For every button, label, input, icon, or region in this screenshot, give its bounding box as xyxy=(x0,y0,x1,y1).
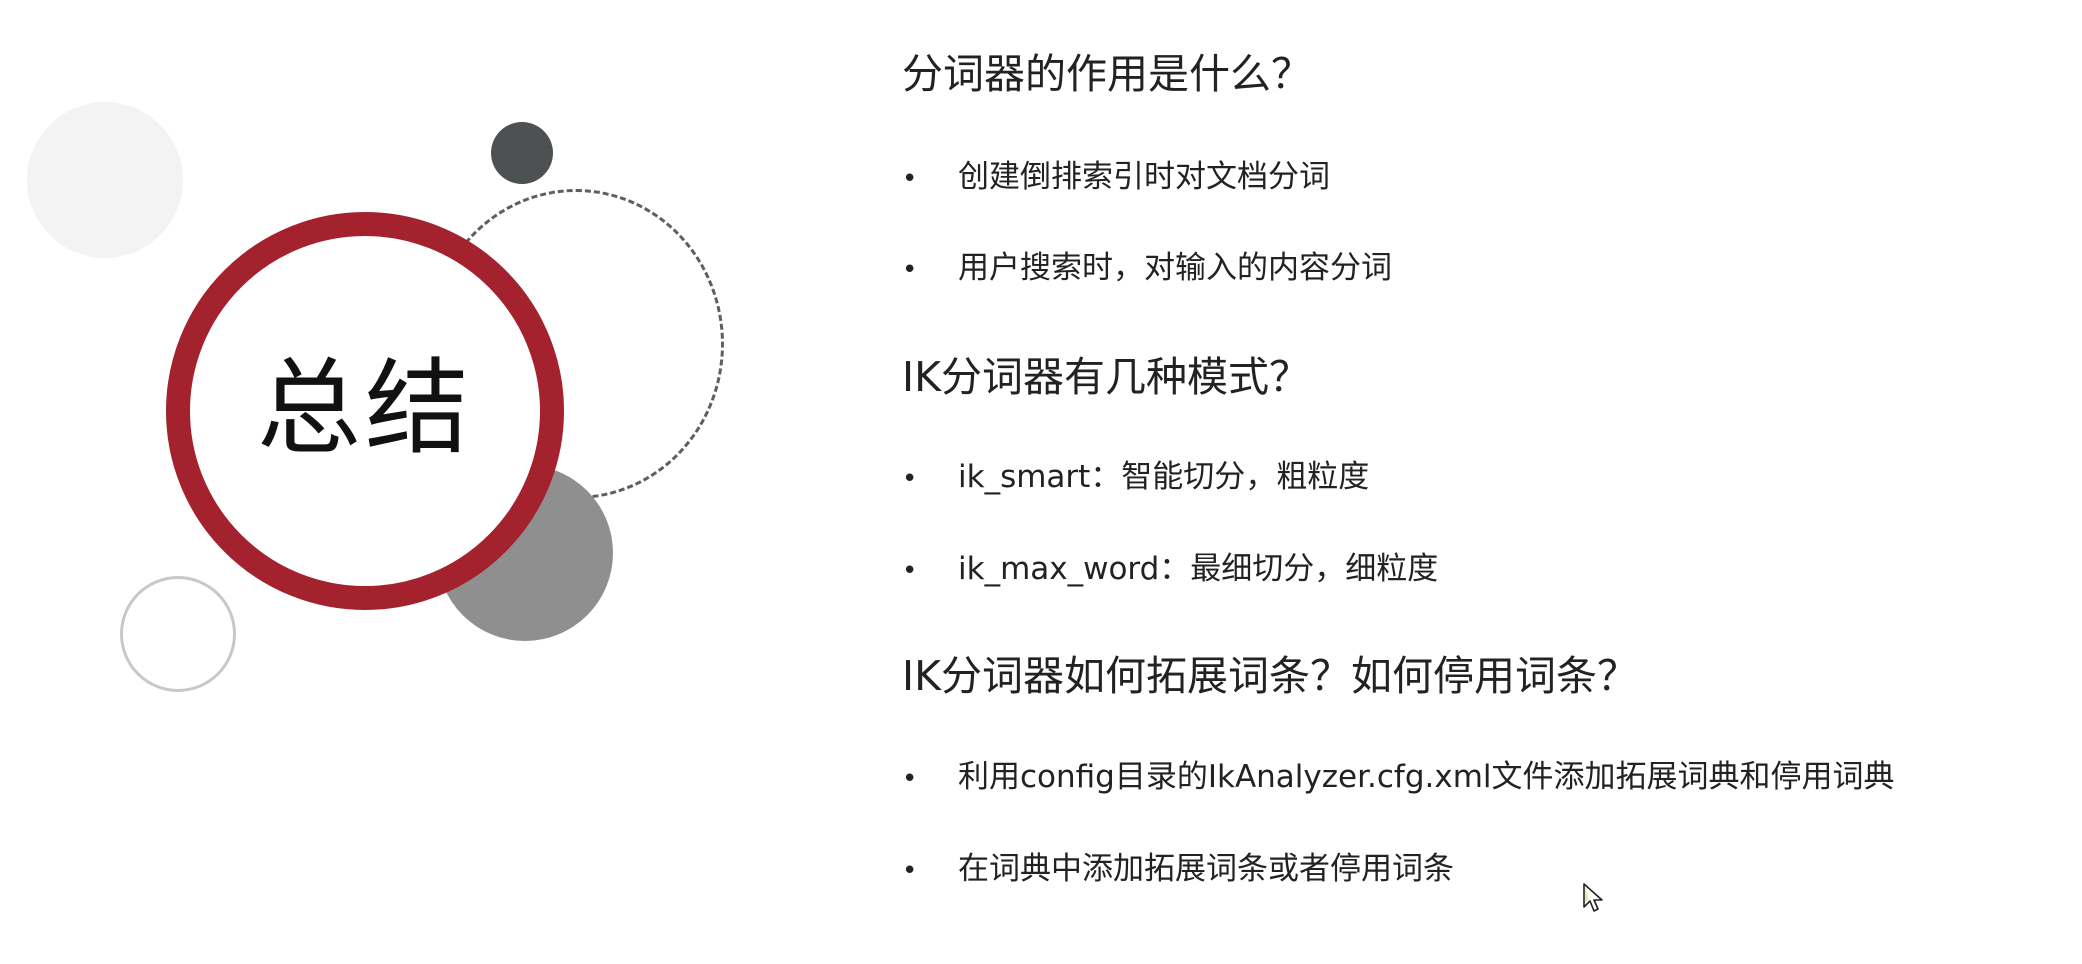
question-heading: IK分词器如何拓展词条？如何停用词条？ xyxy=(902,652,1638,700)
list-item-text: ik_smart：智能切分，粗粒度 xyxy=(958,459,1370,495)
list-item-text: ik_max_word：最细切分，细粒度 xyxy=(958,551,1439,587)
bullet-icon: • xyxy=(902,556,918,586)
mouse-pointer-icon xyxy=(1583,883,1603,912)
question-heading: IK分词器有几种模式？ xyxy=(902,353,1310,401)
list-item: • ik_max_word：最细切分，细粒度 xyxy=(902,549,1438,591)
bullet-icon: • xyxy=(902,164,918,194)
decorative-dark-circle xyxy=(491,122,553,184)
list-item: • 在词典中添加拓展词条或者停用词条 xyxy=(902,849,1454,891)
list-item: • 创建倒排索引时对文档分词 xyxy=(902,157,1330,199)
list-item-text: 利用config目录的IkAnalyzer.cfg.xml文件添加拓展词典和停用… xyxy=(958,759,1895,795)
decorative-outline-circle xyxy=(120,576,236,692)
summary-badge-circle: 总结 xyxy=(166,212,564,610)
list-item: • ik_smart：智能切分，粗粒度 xyxy=(902,457,1369,499)
bullet-icon: • xyxy=(902,255,918,285)
list-item: • 用户搜索时，对输入的内容分词 xyxy=(902,248,1392,290)
list-item-text: 用户搜索时，对输入的内容分词 xyxy=(958,250,1392,286)
list-item: • 利用config目录的IkAnalyzer.cfg.xml文件添加拓展词典和停… xyxy=(902,757,1895,799)
decorative-light-circle xyxy=(27,102,183,258)
bullet-icon: • xyxy=(902,464,918,494)
list-item-text: 在词典中添加拓展词条或者停用词条 xyxy=(958,851,1454,887)
list-item-text: 创建倒排索引时对文档分词 xyxy=(958,159,1330,195)
bullet-icon: • xyxy=(902,856,918,886)
bullet-icon: • xyxy=(902,764,918,794)
summary-title: 总结 xyxy=(256,347,473,469)
question-heading: 分词器的作用是什么？ xyxy=(902,50,1312,98)
